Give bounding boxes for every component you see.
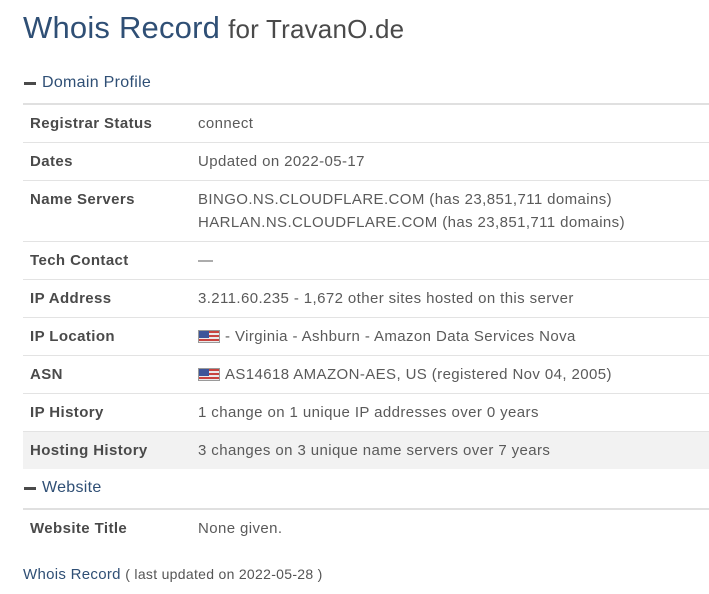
row-label: Tech Contact	[30, 252, 129, 269]
tech-contact-value: —	[198, 252, 214, 269]
row-label: Name Servers	[30, 191, 135, 208]
domain-profile-title: Domain Profile	[42, 74, 152, 91]
us-flag-icon	[198, 368, 220, 381]
registrar-status-value: connect	[198, 115, 254, 132]
page-title-main: Whois Record	[23, 10, 221, 45]
table-row: Registrar Status connect	[23, 105, 709, 143]
dates-value: Updated on 2022-05-17	[198, 153, 365, 170]
us-flag-icon	[198, 330, 220, 343]
name-server-link[interactable]: HARLAN.NS.CLOUDFLARE.COM (has 23,851,711…	[198, 211, 709, 234]
table-row: IP Address 3.211.60.235 - 1,672 other si…	[23, 279, 709, 318]
row-label: IP History	[30, 404, 104, 421]
row-label: ASN	[30, 366, 63, 383]
table-row: Hosting History 3 changes on 3 unique na…	[23, 431, 709, 469]
ip-address-value[interactable]: 3.211.60.235 - 1,672 other sites hosted …	[198, 280, 709, 317]
row-label: IP Address	[30, 290, 112, 307]
page-title: Whois Record for TravanO.de	[23, 10, 404, 46]
whois-record-link[interactable]: Whois Record	[23, 566, 121, 583]
table-row: Website Title None given.	[23, 510, 709, 547]
hosting-history-value[interactable]: 3 changes on 3 unique name servers over …	[198, 432, 709, 469]
row-label: Registrar Status	[30, 115, 153, 132]
website-table: Website Title None given.	[23, 510, 709, 547]
table-row: IP Location - Virginia - Ashburn - Amazo…	[23, 317, 709, 356]
ip-location-value: - Virginia - Ashburn - Amazon Data Servi…	[225, 328, 576, 345]
website-title-value: None given.	[198, 520, 283, 537]
domain-profile-header[interactable]: Domain Profile	[23, 74, 709, 92]
row-label: Dates	[30, 153, 73, 170]
domain-profile-table: Registrar Status connect Dates Updated o…	[23, 105, 709, 469]
website-header[interactable]: Website	[23, 479, 709, 497]
table-row: ASN AS14618 AMAZON-AES, US (registered N…	[23, 355, 709, 394]
website-section-title: Website	[42, 479, 102, 496]
collapse-icon[interactable]	[24, 486, 36, 490]
page-title-domain: for TravanO.de	[228, 14, 405, 44]
row-label: IP Location	[30, 328, 115, 345]
last-updated-text: ( last updated on 2022-05-28 )	[125, 566, 323, 582]
table-row: Tech Contact —	[23, 241, 709, 280]
table-row: Dates Updated on 2022-05-17	[23, 142, 709, 181]
row-label: Hosting History	[30, 442, 148, 459]
name-server-link[interactable]: BINGO.NS.CLOUDFLARE.COM (has 23,851,711 …	[198, 188, 709, 211]
table-row: IP History 1 change on 1 unique IP addre…	[23, 393, 709, 432]
table-row: Name Servers BINGO.NS.CLOUDFLARE.COM (ha…	[23, 180, 709, 242]
footer: Whois Record ( last updated on 2022-05-2…	[23, 566, 323, 583]
ip-history-value[interactable]: 1 change on 1 unique IP addresses over 0…	[198, 394, 709, 431]
collapse-icon[interactable]	[24, 81, 36, 85]
row-label: Website Title	[30, 520, 128, 537]
asn-value: AS14618 AMAZON-AES, US (registered Nov 0…	[225, 366, 612, 383]
